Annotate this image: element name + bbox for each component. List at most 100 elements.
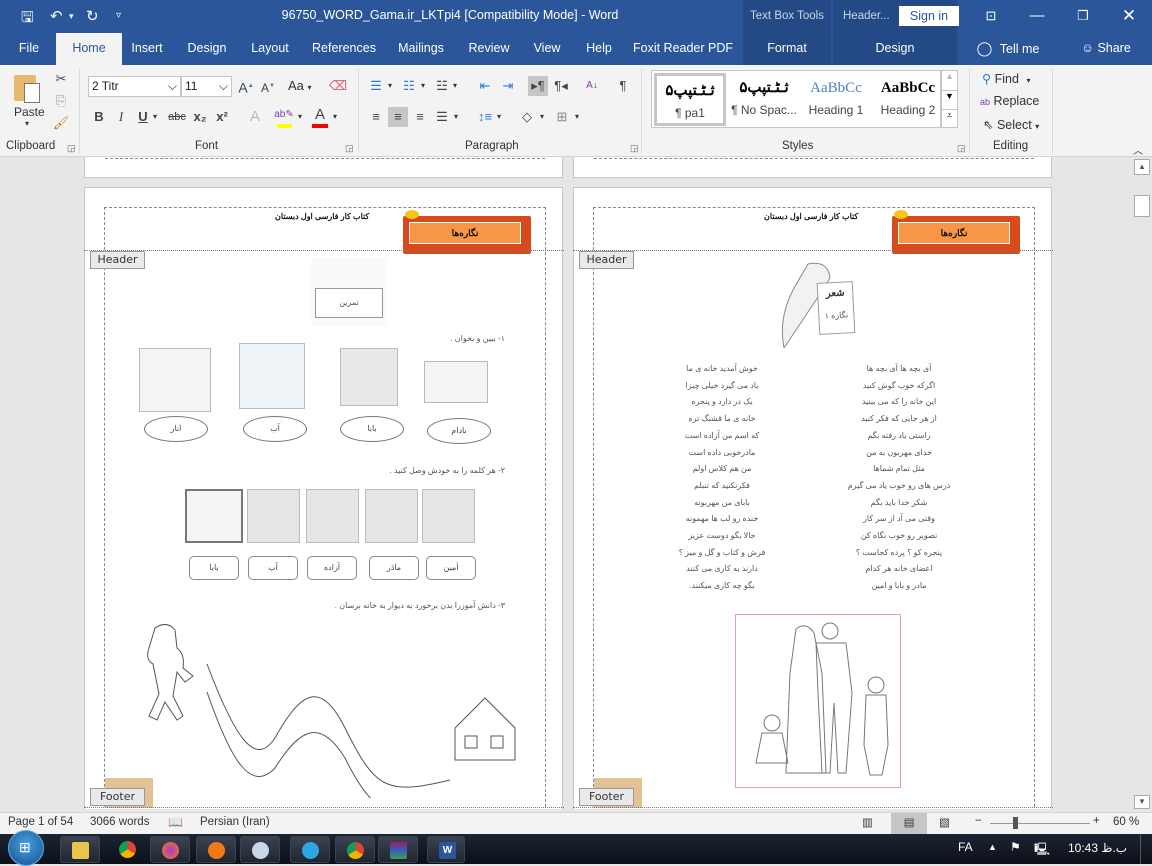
- network-icon[interactable]: 🖳: [1034, 840, 1050, 861]
- decrease-indent-icon[interactable]: ⇤: [475, 76, 495, 96]
- sign-in-button[interactable]: Sign in: [899, 6, 959, 26]
- print-layout-icon[interactable]: ▤: [891, 813, 927, 834]
- page-left[interactable]: کتاب کار فارسی اول دبستان نگاره‌ها Heade…: [84, 187, 564, 809]
- proofing-icon[interactable]: 📖: [168, 815, 183, 829]
- clear-formatting-icon[interactable]: ⌫: [328, 76, 348, 96]
- tab-header-design[interactable]: Design: [833, 33, 957, 65]
- align-left-icon[interactable]: ≡: [366, 107, 386, 127]
- page-right[interactable]: کتاب کار فارسی اول دبستان نگاره‌ها Heade…: [573, 187, 1053, 809]
- taskbar-chrome[interactable]: [108, 836, 148, 863]
- align-right-icon[interactable]: ≡: [410, 107, 430, 127]
- grow-font-icon[interactable]: A▲: [236, 76, 256, 96]
- shading-dropdown-icon[interactable]: ▾: [540, 112, 544, 121]
- text-effects-icon[interactable]: A: [245, 107, 265, 127]
- bold-button[interactable]: B: [89, 107, 109, 127]
- bullets-dropdown-icon[interactable]: ▾: [388, 81, 392, 90]
- styles-more-icon[interactable]: ⩡: [942, 109, 957, 127]
- language-indicator[interactable]: Persian (Iran): [200, 816, 270, 828]
- find-button[interactable]: ⚲ Find ▾: [982, 71, 1030, 86]
- right-to-left-icon[interactable]: ¶◂: [551, 76, 571, 96]
- tab-file[interactable]: File: [10, 33, 48, 65]
- clock[interactable]: 10:43 ب.ظ: [1068, 841, 1127, 855]
- paste-label[interactable]: Paste: [14, 105, 45, 119]
- justify-dropdown-icon[interactable]: ▾: [454, 112, 458, 121]
- cut-icon[interactable]: ✂: [51, 69, 71, 89]
- align-center-icon[interactable]: ≡: [388, 107, 408, 127]
- increase-indent-icon[interactable]: ⇥: [498, 76, 518, 96]
- numbering-dropdown-icon[interactable]: ▾: [421, 81, 425, 90]
- action-center-flag-icon[interactable]: ⚑: [1010, 840, 1021, 854]
- tab-format[interactable]: Format: [743, 33, 831, 65]
- paste-dropdown-icon[interactable]: ▾: [25, 119, 29, 128]
- zoom-out-button[interactable]: −: [975, 815, 982, 827]
- underline-dropdown-icon[interactable]: ▾: [153, 112, 157, 121]
- web-layout-icon[interactable]: ▧: [939, 815, 950, 829]
- styles-scroll-up-icon[interactable]: ▲: [942, 71, 957, 90]
- clipboard-dialog-launcher-icon[interactable]: ◲: [67, 143, 76, 154]
- scroll-thumb[interactable]: [1134, 195, 1150, 217]
- taskbar-winrar[interactable]: [378, 836, 418, 863]
- tab-insert[interactable]: Insert: [124, 33, 170, 65]
- select-button[interactable]: ⇖ Select ▾: [983, 117, 1039, 132]
- collapse-ribbon-icon[interactable]: ︿: [1133, 142, 1143, 157]
- minimize-icon[interactable]: —: [1014, 0, 1060, 33]
- show-hidden-icons-icon[interactable]: ▲: [988, 842, 997, 852]
- change-case-button[interactable]: Aa ▾: [288, 78, 312, 93]
- multilevel-list-icon[interactable]: ☳: [432, 76, 452, 96]
- font-dialog-launcher-icon[interactable]: ◲: [345, 143, 354, 154]
- tab-view[interactable]: View: [526, 33, 568, 65]
- taskbar-chrome-2[interactable]: [335, 836, 375, 863]
- style-heading-1[interactable]: AaBbCc Heading 1: [800, 73, 872, 126]
- superscript-button[interactable]: x²: [212, 107, 232, 127]
- taskbar-telegram[interactable]: [290, 836, 330, 863]
- shrink-font-icon[interactable]: A▼: [258, 76, 278, 96]
- styles-scroll-down-icon[interactable]: ▼: [942, 90, 957, 109]
- show-desktop-button[interactable]: [1140, 834, 1152, 864]
- font-name-combo[interactable]: 2 Titr ⌵: [88, 76, 181, 97]
- paragraph-dialog-launcher-icon[interactable]: ◲: [630, 143, 639, 154]
- style-no-spacing[interactable]: ثـٹـتپپ۵ ¶ No Spac...: [728, 73, 800, 126]
- font-color-dropdown-icon[interactable]: ▾: [333, 112, 337, 121]
- styles-dialog-launcher-icon[interactable]: ◲: [957, 143, 966, 154]
- tab-design[interactable]: Design: [180, 33, 234, 65]
- italic-button[interactable]: I: [111, 107, 131, 127]
- tab-mailings[interactable]: Mailings: [390, 33, 452, 65]
- borders-icon[interactable]: ⊞: [552, 107, 572, 127]
- tell-me-button[interactable]: ◯ Tell me: [968, 33, 1048, 65]
- input-language[interactable]: FA: [958, 840, 973, 854]
- start-button[interactable]: ⊞: [8, 830, 44, 866]
- justify-icon[interactable]: ☰: [432, 107, 452, 127]
- zoom-in-button[interactable]: +: [1093, 815, 1100, 827]
- format-painter-icon[interactable]: 🖌: [51, 113, 71, 133]
- zoom-slider-track[interactable]: [990, 823, 1090, 824]
- strikethrough-button[interactable]: abc: [167, 107, 187, 127]
- highlight-dropdown-icon[interactable]: ▾: [298, 112, 302, 121]
- tab-home[interactable]: Home: [56, 33, 122, 65]
- subscript-button[interactable]: x₂: [190, 107, 210, 127]
- style-pa1[interactable]: ثـٹـتپپ۵ ¶ pa1: [654, 73, 726, 126]
- share-button[interactable]: ☺ Share: [1074, 33, 1138, 65]
- borders-dropdown-icon[interactable]: ▾: [575, 112, 579, 121]
- line-spacing-icon[interactable]: ↕≡: [475, 107, 495, 127]
- vertical-scrollbar[interactable]: ▲ ▼: [1133, 157, 1152, 809]
- restore-icon[interactable]: ❐: [1060, 0, 1106, 33]
- font-size-combo[interactable]: 11 ⌵: [181, 76, 232, 97]
- show-formatting-marks-icon[interactable]: ¶: [613, 76, 633, 96]
- word-count[interactable]: 3066 words: [90, 816, 149, 828]
- line-spacing-dropdown-icon[interactable]: ▾: [497, 112, 501, 121]
- tab-help[interactable]: Help: [578, 33, 620, 65]
- close-icon[interactable]: ✕: [1106, 0, 1152, 33]
- bullets-icon[interactable]: ☰: [366, 76, 386, 96]
- taskbar-app-e[interactable]: [196, 836, 236, 863]
- multilevel-dropdown-icon[interactable]: ▾: [453, 81, 457, 90]
- replace-button[interactable]: ab Replace: [980, 94, 1039, 108]
- zoom-level[interactable]: 60 %: [1113, 816, 1139, 828]
- taskbar-word[interactable]: W: [427, 836, 465, 863]
- numbering-icon[interactable]: ☷: [399, 76, 419, 96]
- page-count[interactable]: Page 1 of 54: [8, 816, 73, 828]
- read-mode-icon[interactable]: ▥: [862, 815, 873, 829]
- taskbar-paint[interactable]: [240, 836, 280, 863]
- tab-references[interactable]: References: [308, 33, 380, 65]
- taskbar-file-explorer[interactable]: [60, 836, 100, 863]
- underline-button[interactable]: U: [133, 107, 153, 127]
